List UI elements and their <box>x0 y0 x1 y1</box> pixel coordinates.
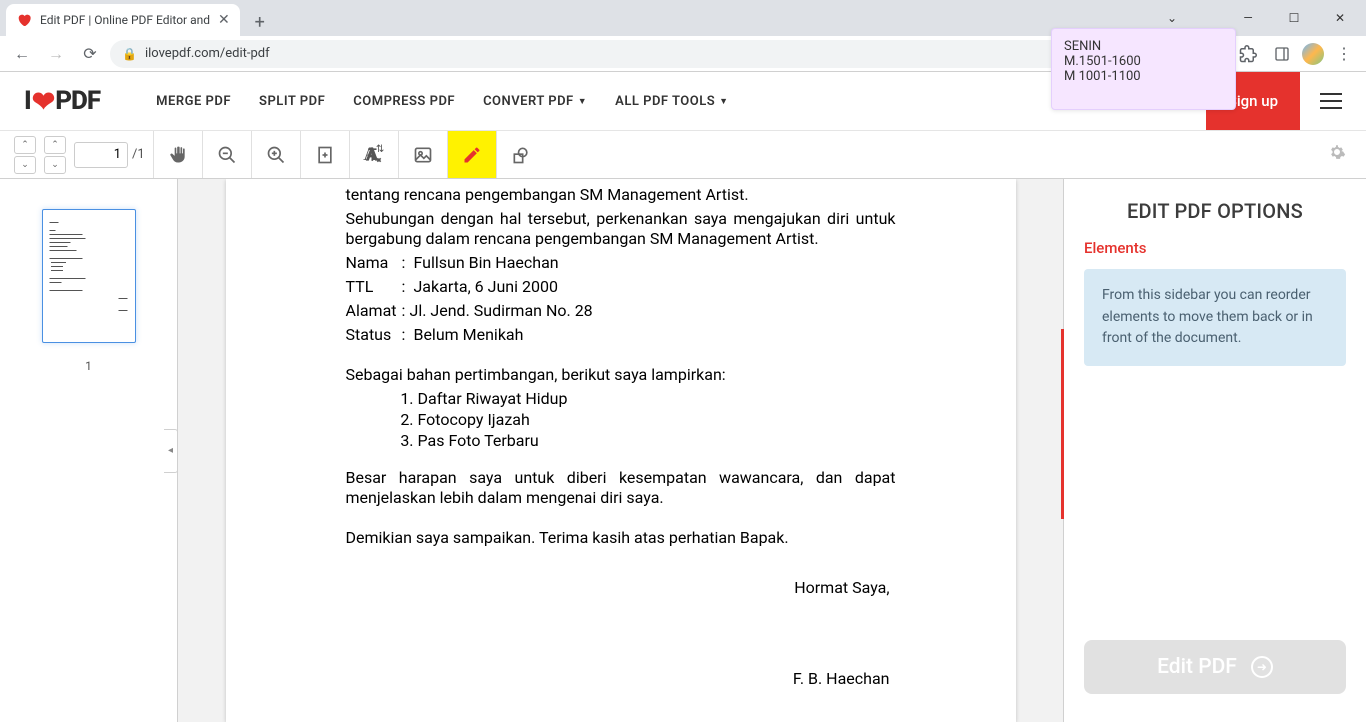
hand-tool-button[interactable] <box>154 131 202 178</box>
nav-all-tools[interactable]: ALL PDF TOOLS▼ <box>615 94 728 109</box>
chrome-menu-icon[interactable]: ⋮ <box>1330 40 1358 68</box>
shapes-tool-button[interactable] <box>497 131 545 178</box>
maximize-icon[interactable]: ☐ <box>1272 3 1316 33</box>
popup-line: M 1001-1100 <box>1064 69 1223 84</box>
pdf-canvas[interactable]: tentang rencana pengembangan SM Manageme… <box>178 179 1064 722</box>
editor-toolbar: ⌃ ⌄ ⌃ ⌄ /1 A A⇅ <box>0 131 1366 179</box>
page-number-input[interactable] <box>74 142 128 168</box>
sidebar-info: From this sidebar you can reorder elemen… <box>1084 269 1346 366</box>
site-logo[interactable]: I ❤ PDF <box>24 85 100 118</box>
accent-bar <box>1061 329 1064 519</box>
doc-text: Besar harapan saya untuk diberi kesempat… <box>346 468 896 508</box>
close-window-icon[interactable]: ✕ <box>1318 3 1362 33</box>
main-nav: MERGE PDF SPLIT PDF COMPRESS PDF CONVERT… <box>156 94 728 109</box>
reload-button[interactable]: ⟳ <box>76 40 104 68</box>
chevron-down-icon: ▼ <box>719 96 728 107</box>
profile-avatar[interactable] <box>1302 43 1324 65</box>
doc-text: Sehubungan dengan hal tersebut, perkenan… <box>346 209 896 249</box>
browser-tab[interactable]: Edit PDF | Online PDF Editor and ✕ <box>6 4 240 36</box>
sidebar-title: EDIT PDF OPTIONS <box>1064 179 1366 239</box>
add-image-button[interactable] <box>399 131 447 178</box>
popup-line: M.1501-1600 <box>1064 54 1223 69</box>
lock-icon: 🔒 <box>122 47 137 61</box>
collapse-thumbnails-icon[interactable]: ◂ <box>164 429 178 473</box>
zoom-out-button[interactable] <box>203 131 251 178</box>
heart-icon <box>16 12 32 28</box>
page-up-button-2[interactable]: ⌃ <box>44 136 66 154</box>
fit-page-button[interactable] <box>301 131 349 178</box>
back-button[interactable]: ← <box>8 40 36 68</box>
arrow-right-circle-icon: ➜ <box>1251 656 1273 678</box>
doc-list-item: Daftar Riwayat Hidup <box>418 389 896 408</box>
thumbnails-panel: ▬▬▬▬▬▬▬▬▬▬▬▬▬▬▬▬▬▬▬▬▬▬▬▬▬▬▬▬▬▬▬▬▬▬▬▬▬▬▬▬… <box>0 179 178 722</box>
page-thumbnail[interactable]: ▬▬▬▬▬▬▬▬▬▬▬▬▬▬▬▬▬▬▬▬▬▬▬▬▬▬▬▬▬▬▬▬▬▬▬▬▬▬▬▬… <box>42 209 136 343</box>
options-sidebar: EDIT PDF OPTIONS Elements From this side… <box>1064 179 1366 722</box>
page-up-button[interactable]: ⌃ <box>14 136 36 154</box>
draw-tool-button[interactable] <box>448 131 496 178</box>
nav-split[interactable]: SPLIT PDF <box>259 94 325 109</box>
hamburger-menu-icon[interactable] <box>1320 93 1342 109</box>
chevron-down-icon: ▼ <box>578 96 587 107</box>
page-down-button[interactable]: ⌄ <box>14 156 36 174</box>
sidepanel-icon[interactable] <box>1268 40 1296 68</box>
page-down-button-2[interactable]: ⌄ <box>44 156 66 174</box>
pdf-page[interactable]: tentang rencana pengembangan SM Manageme… <box>226 179 1016 722</box>
page-total: /1 <box>132 147 145 162</box>
doc-text: Demikian saya sampaikan. Terima kasih at… <box>346 528 896 548</box>
close-icon[interactable]: ✕ <box>218 12 230 28</box>
nav-compress[interactable]: COMPRESS PDF <box>353 94 455 109</box>
gear-icon[interactable] <box>1328 143 1346 166</box>
doc-text: Sebagai bahan pertimbangan, berikut saya… <box>346 365 896 385</box>
notification-popup[interactable]: SENIN M.1501-1600 M 1001-1100 <box>1051 28 1236 110</box>
doc-text: tentang rencana pengembangan SM Manageme… <box>346 185 896 205</box>
sidebar-section-label: Elements <box>1064 239 1366 269</box>
popup-line: SENIN <box>1064 39 1223 54</box>
nav-convert[interactable]: CONVERT PDF▼ <box>483 94 587 109</box>
workspace: ▬▬▬▬▬▬▬▬▬▬▬▬▬▬▬▬▬▬▬▬▬▬▬▬▬▬▬▬▬▬▬▬▬▬▬▬▬▬▬▬… <box>0 179 1366 722</box>
extensions-icon[interactable] <box>1234 40 1262 68</box>
nav-merge[interactable]: MERGE PDF <box>156 94 231 109</box>
doc-signature-label: Hormat Saya, <box>346 578 896 597</box>
doc-list-item: Pas Foto Terbaru <box>418 431 896 450</box>
forward-button[interactable]: → <box>42 40 70 68</box>
zoom-in-button[interactable] <box>252 131 300 178</box>
url-text: ilovepdf.com/edit-pdf <box>145 46 270 61</box>
doc-text: Nama: Fullsun Bin Haechan <box>346 253 896 273</box>
tab-title: Edit PDF | Online PDF Editor and <box>40 13 210 27</box>
doc-list-item: Fotocopy Ijazah <box>418 410 896 429</box>
doc-signature-name: F. B. Haechan <box>346 669 896 688</box>
doc-text: Status: Belum Menikah <box>346 325 896 345</box>
heart-icon: ❤ <box>32 85 54 118</box>
doc-text: Alamat: Jl. Jend. Sudirman No. 28 <box>346 301 896 321</box>
thumbnail-label: 1 <box>42 359 136 373</box>
doc-text: TTL: Jakarta, 6 Juni 2000 <box>346 277 896 297</box>
add-text-button[interactable]: A A⇅ <box>350 131 398 178</box>
doc-list: Daftar Riwayat Hidup Fotocopy Ijazah Pas… <box>418 389 896 450</box>
new-tab-button[interactable]: + <box>246 8 274 36</box>
edit-pdf-button[interactable]: Edit PDF ➜ <box>1084 640 1346 694</box>
